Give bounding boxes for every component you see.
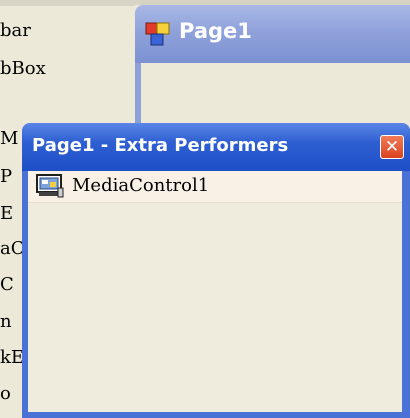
component-label: MediaControl1 (72, 175, 210, 196)
page1-titlebar[interactable]: Page1 (135, 5, 410, 63)
component-list-item[interactable]: MediaControl1 (28, 171, 402, 203)
toolbox-item[interactable]: aC (0, 238, 25, 259)
toolbox-item[interactable]: n (0, 311, 12, 332)
toolbox-item[interactable]: E (0, 203, 13, 224)
close-icon: ✕ (384, 137, 400, 157)
form-app-icon (145, 22, 170, 46)
dialog-body: MediaControl1 (28, 171, 402, 412)
toolbox-item[interactable]: o (0, 383, 11, 404)
toolbox-item[interactable]: kE (0, 347, 24, 368)
page1-title: Page1 (179, 19, 252, 43)
toolbox-item[interactable]: bar (0, 20, 31, 41)
close-button[interactable]: ✕ (380, 135, 404, 159)
toolbox-item[interactable]: P (0, 166, 12, 187)
toolbox-item[interactable]: M (0, 128, 18, 149)
toolbox-header-strip (0, 0, 140, 6)
dialog-titlebar[interactable]: Page1 - Extra Performers ✕ (22, 123, 410, 171)
dialog-title: Page1 - Extra Performers (32, 135, 289, 156)
media-control-icon (36, 174, 64, 198)
toolbox-item[interactable]: C (0, 274, 14, 295)
extra-performers-dialog: Page1 - Extra Performers ✕ MediaControl1 (22, 123, 410, 418)
toolbox-item[interactable]: bBox (0, 58, 46, 79)
